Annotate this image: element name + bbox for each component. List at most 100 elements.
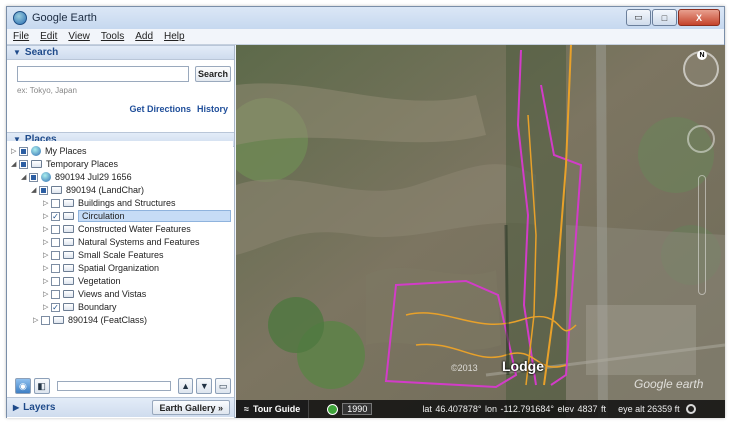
node-checkbox[interactable] — [51, 237, 60, 247]
map-view[interactable]: N Lodge ©2013 Google earth ≈ Tour Guide … — [236, 45, 725, 418]
node-label: Small Scale Features — [78, 250, 164, 260]
node-checkbox[interactable] — [51, 250, 60, 260]
elevation: elev 4837 ft — [557, 404, 607, 414]
places-tree: ▷ My Places ◢ Temporary Places ◢ 890194 … — [7, 141, 233, 369]
menu-add[interactable]: Add — [135, 31, 153, 42]
collapse-arrow-icon[interactable]: ◢ — [31, 186, 39, 194]
expand-arrow-icon[interactable]: ▷ — [43, 264, 51, 272]
node-checkbox[interactable] — [51, 198, 60, 208]
tree-node-circulation[interactable]: ▷ ✓ Circulation — [43, 210, 231, 222]
zoom-slider[interactable] — [698, 175, 706, 295]
place-label-lodge[interactable]: Lodge — [502, 358, 544, 374]
imagery-year: 1990 — [342, 403, 373, 415]
folder-icon — [51, 186, 62, 194]
look-control-icon[interactable] — [687, 125, 715, 153]
tree-node-views-vistas[interactable]: ▷ Views and Vistas — [43, 288, 146, 300]
google-earth-window: Google Earth ▭ □ X File Edit View Tools … — [6, 6, 725, 418]
node-checkbox[interactable]: ✓ — [51, 211, 60, 221]
latitude: lat 46.407878° — [422, 404, 482, 414]
node-checkbox[interactable] — [51, 289, 60, 299]
get-directions-link[interactable]: Get Directions — [129, 104, 191, 114]
expand-arrow-icon[interactable]: ▷ — [43, 251, 51, 259]
search-panel-header[interactable]: ▼ Search — [7, 45, 234, 60]
node-checkbox[interactable] — [19, 159, 28, 169]
node-label: Constructed Water Features — [78, 224, 191, 234]
move-up-button[interactable]: ▲ — [177, 378, 194, 394]
folder-icon — [63, 277, 74, 285]
search-input[interactable] — [17, 66, 189, 82]
node-label: Views and Vistas — [78, 289, 147, 299]
node-checkbox[interactable] — [41, 315, 50, 325]
menu-edit[interactable]: Edit — [40, 31, 57, 42]
node-checkbox[interactable] — [39, 185, 48, 195]
search-button[interactable]: Search — [195, 66, 231, 82]
historical-imagery-control[interactable]: 1990 — [327, 403, 373, 415]
node-label: Vegetation — [78, 276, 121, 286]
expand-arrow-icon[interactable]: ▷ — [43, 199, 51, 207]
expand-arrow-icon[interactable]: ▷ — [43, 225, 51, 233]
node-label: Spatial Organization — [78, 263, 160, 273]
tree-node-natural-systems[interactable]: ▷ Natural Systems and Features — [43, 236, 200, 248]
tree-node-featclass[interactable]: ▷ 890194 (FeatClass) — [33, 314, 147, 326]
globe-icon — [41, 172, 51, 182]
minimize-button[interactable]: ▭ — [626, 9, 651, 26]
search-header-label: Search — [24, 47, 59, 58]
collapse-arrow-icon[interactable]: ◢ — [11, 160, 19, 168]
node-checkbox[interactable]: ✓ — [51, 302, 60, 312]
tour-guide-button[interactable]: ≈ Tour Guide — [236, 400, 310, 418]
compass-control[interactable]: N — [683, 50, 719, 87]
folder-icon — [63, 199, 74, 207]
tree-node-boundary[interactable]: ▷ ✓ Boundary — [43, 301, 117, 313]
tree-node-my-places[interactable]: ▷ My Places — [11, 145, 87, 157]
title-bar: Google Earth ▭ □ X — [7, 7, 724, 29]
collapse-triangle-icon: ▼ — [13, 48, 21, 57]
expand-arrow-icon[interactable]: ▷ — [33, 316, 41, 324]
opacity-slider[interactable] — [56, 381, 171, 391]
node-label: Buildings and Structures — [78, 198, 176, 208]
chevron-up-icon: ≈ — [244, 404, 249, 414]
search-links: Get Directions History — [129, 104, 228, 114]
tree-node-temporary-places[interactable]: ◢ Temporary Places — [11, 158, 118, 170]
eye-altitude: eye alt 26359 ft — [618, 404, 680, 414]
move-down-button[interactable]: ▼ — [196, 378, 213, 394]
tree-node-spatial-organization[interactable]: ▷ Spatial Organization — [43, 262, 159, 274]
menu-tools[interactable]: Tools — [101, 31, 124, 42]
expand-arrow-icon[interactable]: ▷ — [43, 290, 51, 298]
expand-arrow-icon[interactable]: ▷ — [43, 303, 51, 311]
north-indicator-icon: N — [697, 50, 707, 60]
node-checkbox[interactable] — [51, 276, 60, 286]
layers-panel-header[interactable]: ▶ Layers Earth Gallery » — [7, 397, 234, 417]
tree-node-vegetation[interactable]: ▷ Vegetation — [43, 275, 121, 287]
status-bar: ≈ Tour Guide 1990 lat 46.407878° lon -11… — [236, 400, 725, 418]
sidebar-toggle-icon[interactable]: ◧ — [33, 378, 50, 394]
tree-node-kml[interactable]: ◢ 890194 Jul29 1656 — [21, 171, 132, 183]
menu-file[interactable]: File — [13, 31, 29, 42]
menu-bar: File Edit View Tools Add Help — [7, 29, 724, 45]
node-checkbox[interactable] — [51, 224, 60, 234]
node-checkbox[interactable] — [51, 263, 60, 273]
node-checkbox[interactable] — [19, 146, 28, 156]
folder-icon — [63, 290, 74, 298]
close-button[interactable]: X — [678, 9, 720, 26]
collapse-arrow-icon[interactable]: ◢ — [21, 173, 29, 181]
earth-gallery-button[interactable]: Earth Gallery » — [152, 400, 230, 415]
maximize-button[interactable]: □ — [652, 9, 677, 26]
expand-arrow-icon[interactable]: ▷ — [43, 238, 51, 246]
tree-node-landchar[interactable]: ◢ 890194 (LandChar) — [31, 184, 144, 196]
menu-help[interactable]: Help — [164, 31, 185, 42]
node-checkbox[interactable] — [29, 172, 38, 182]
window-controls: ▭ □ X — [626, 9, 720, 26]
expand-arrow-icon[interactable]: ▷ — [43, 277, 51, 285]
tree-node-buildings[interactable]: ▷ Buildings and Structures — [43, 197, 176, 209]
history-link[interactable]: History — [197, 104, 228, 114]
export-button[interactable]: ▭ — [215, 378, 231, 394]
search-places-icon[interactable]: ◉ — [15, 378, 31, 394]
tree-node-water-features[interactable]: ▷ Constructed Water Features — [43, 223, 191, 235]
copyright-notice: ©2013 — [451, 363, 478, 373]
menu-view[interactable]: View — [68, 31, 90, 42]
expand-arrow-icon[interactable]: ▷ — [43, 212, 51, 220]
expand-arrow-icon[interactable]: ▷ — [11, 147, 19, 155]
node-label: 890194 (FeatClass) — [68, 315, 148, 325]
tree-node-small-scale[interactable]: ▷ Small Scale Features — [43, 249, 164, 261]
expand-triangle-icon: ▶ — [13, 403, 20, 412]
